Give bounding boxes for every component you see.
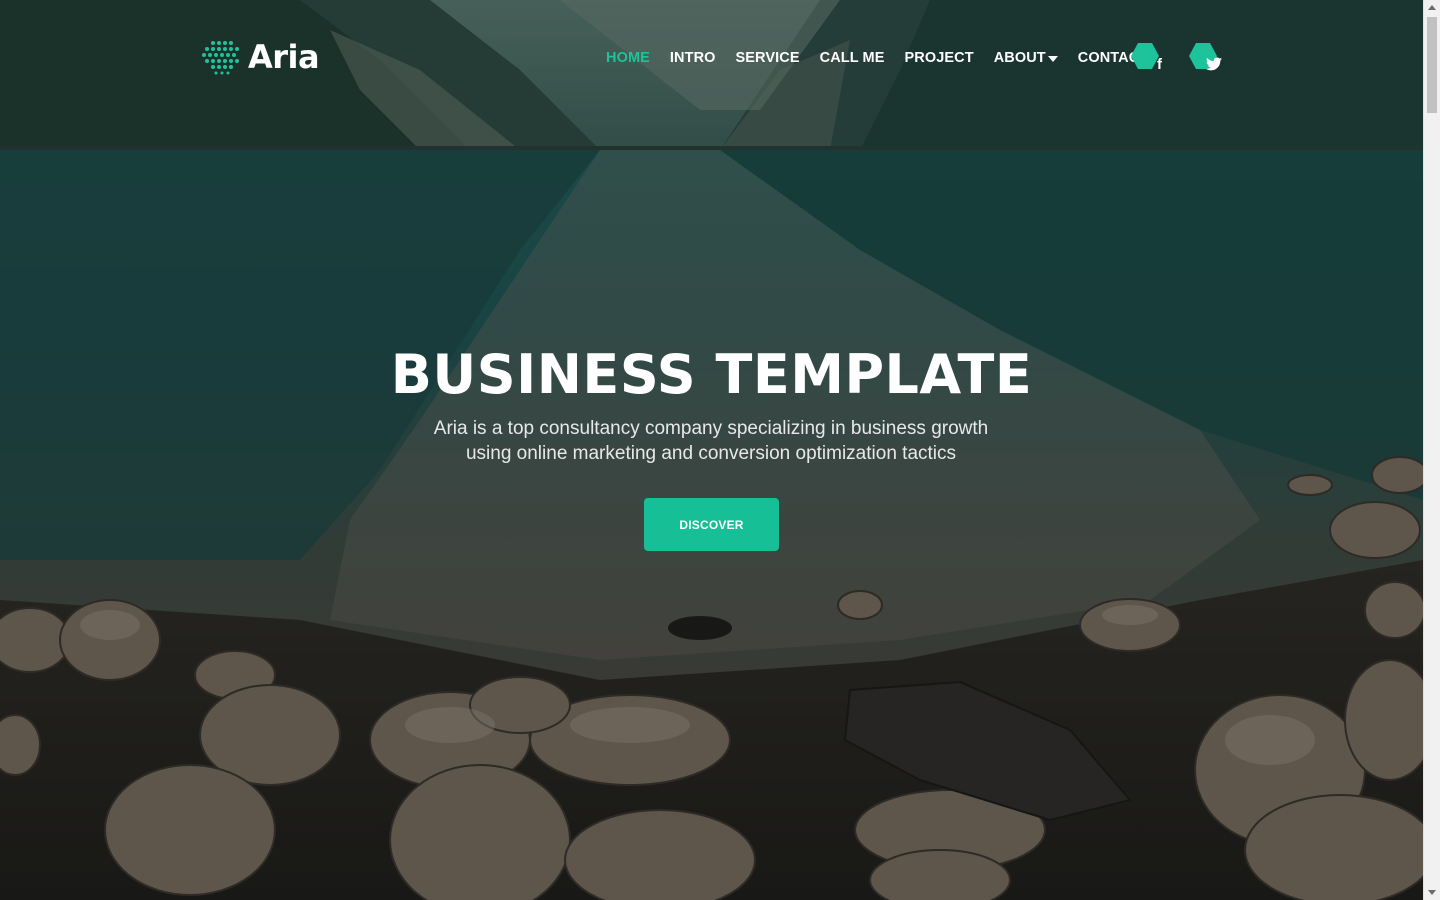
twitter-icon — [1206, 57, 1222, 71]
facebook-link[interactable]: f — [1130, 42, 1164, 72]
hero-subtitle: Aria is a top consultancy company specia… — [433, 418, 989, 464]
vertical-scrollbar[interactable] — [1423, 0, 1440, 900]
facebook-icon: f — [1157, 56, 1162, 73]
nav-item-label: PROJECT — [904, 50, 974, 66]
nav-item-label: ABOUT — [993, 50, 1046, 66]
scroll-down-arrow-icon[interactable] — [1428, 890, 1436, 895]
brand-name: Aria — [248, 38, 320, 76]
nav-item-label: CALL ME — [819, 50, 885, 66]
hexagon-shape — [1131, 43, 1159, 69]
nav-item-call-me[interactable]: CALL ME — [810, 47, 895, 69]
nav-item-label: SERVICE — [735, 50, 800, 66]
nav-item-home[interactable]: HOME — [596, 47, 660, 69]
nav-item-label: HOME — [606, 50, 650, 66]
page: Aria HOME INTRO SERVICE CALL ME PROJECT … — [0, 0, 1440, 900]
discover-button[interactable]: DISCOVER — [644, 498, 779, 551]
nav-item-about-dropdown[interactable]: ABOUT — [984, 47, 1068, 69]
caret-down-icon — [1047, 56, 1058, 62]
scroll-up-arrow-icon[interactable] — [1428, 5, 1436, 10]
brand-logo-link[interactable]: Aria — [202, 38, 320, 76]
hero-title: BUSINESS TEMPLATE — [390, 343, 1033, 406]
dot-cluster-logo-icon — [202, 41, 239, 75]
nav-item-service[interactable]: SERVICE — [726, 47, 810, 69]
scrollbar-thumb[interactable] — [1427, 17, 1437, 113]
twitter-link[interactable] — [1188, 42, 1222, 72]
nav-menu: HOME INTRO SERVICE CALL ME PROJECT ABOUT… — [596, 47, 1158, 69]
nav-item-intro[interactable]: INTRO — [660, 47, 726, 69]
nav-item-project[interactable]: PROJECT — [895, 47, 984, 69]
nav-item-label: INTRO — [669, 50, 716, 66]
main-navbar: Aria HOME INTRO SERVICE CALL ME PROJECT … — [0, 0, 1423, 116]
